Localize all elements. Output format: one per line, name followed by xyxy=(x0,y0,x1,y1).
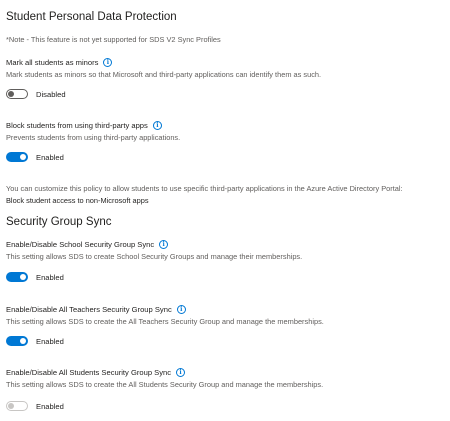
setting-school-sync: Enable/Disable School Security Group Syn… xyxy=(6,240,169,249)
toggle-knob xyxy=(20,338,26,344)
teachers-sync-toggle[interactable] xyxy=(6,336,28,346)
setting-label: Enable/Disable School Security Group Syn… xyxy=(6,240,155,249)
students-sync-toggle[interactable] xyxy=(6,401,28,411)
setting-mark-minors: Mark all students as minors i xyxy=(6,58,113,67)
school-sync-toggle[interactable] xyxy=(6,272,28,282)
toggle-knob xyxy=(20,154,26,160)
section-heading-security-group-sync: Security Group Sync xyxy=(6,216,112,228)
toggle-knob xyxy=(8,91,14,97)
info-icon[interactable]: i xyxy=(176,368,186,377)
toggle-knob xyxy=(20,274,26,280)
toggle-state-label: Enabled xyxy=(36,273,64,282)
setting-description: This setting allows SDS to create the Al… xyxy=(6,317,324,326)
toggle-state-label: Enabled xyxy=(36,337,64,346)
setting-label: Enable/Disable All Students Security Gro… xyxy=(6,368,172,377)
toggle-state-label: Disabled xyxy=(36,90,66,99)
setting-teachers-sync: Enable/Disable All Teachers Security Gro… xyxy=(6,305,186,314)
setting-description: Mark students as minors so that Microsof… xyxy=(6,70,322,79)
block-non-microsoft-apps-link[interactable]: Block student access to non-Microsoft ap… xyxy=(6,196,149,205)
setting-description: This setting allows SDS to create School… xyxy=(6,252,303,261)
setting-label: Enable/Disable All Teachers Security Gro… xyxy=(6,305,172,314)
section-heading-data-protection: Student Personal Data Protection xyxy=(6,11,177,23)
info-icon[interactable]: i xyxy=(103,58,113,67)
sync-profile-note: *Note - This feature is not yet supporte… xyxy=(6,35,221,44)
setting-description: Prevents students from using third-party… xyxy=(6,133,181,142)
toggle-state-label: Enabled xyxy=(36,153,64,162)
setting-students-sync: Enable/Disable All Students Security Gro… xyxy=(6,368,186,377)
customize-policy-text: You can customize this policy to allow s… xyxy=(6,184,403,193)
mark-minors-toggle[interactable] xyxy=(6,89,28,99)
info-icon[interactable]: i xyxy=(176,305,186,314)
block-apps-toggle[interactable] xyxy=(6,152,28,162)
toggle-knob xyxy=(8,403,14,409)
setting-description: This setting allows SDS to create the Al… xyxy=(6,380,324,389)
toggle-state-label: Enabled xyxy=(36,402,64,411)
info-icon[interactable]: i xyxy=(159,240,169,249)
info-icon[interactable]: i xyxy=(152,121,162,130)
setting-label: Mark all students as minors xyxy=(6,58,99,67)
setting-block-apps: Block students from using third-party ap… xyxy=(6,121,162,130)
setting-label: Block students from using third-party ap… xyxy=(6,121,148,130)
